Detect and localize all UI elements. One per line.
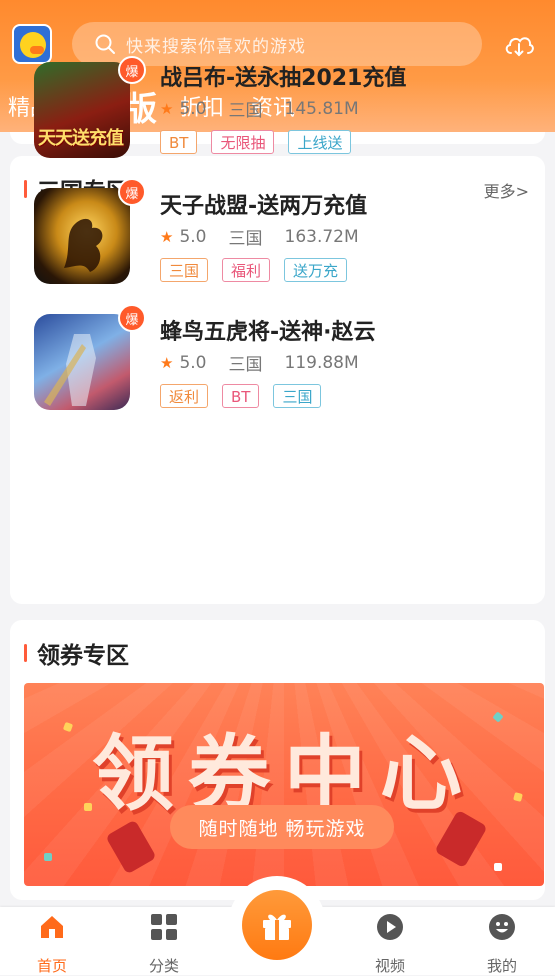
game-tags: BT 无限抽 上线送 — [160, 130, 365, 154]
game-name[interactable]: 天子战盟-送两万充值 — [160, 188, 367, 220]
hot-badge: 爆 — [118, 178, 146, 206]
game-thumbnail[interactable] — [34, 314, 130, 410]
search-placeholder: 快来搜索你喜欢的游戏 — [126, 36, 306, 57]
game-meta: ★ 5.0 三国 163.72M — [160, 224, 359, 250]
game-genre: 三国 — [228, 355, 263, 375]
gift-icon — [263, 914, 291, 940]
app-logo[interactable] — [12, 24, 52, 64]
section-title-text: 领券专区 — [37, 643, 129, 669]
game-tag: BT — [160, 130, 198, 154]
nav-mine[interactable]: 我的 — [462, 907, 542, 975]
game-rating: 5.0 — [179, 226, 207, 247]
hero-figure-icon — [44, 334, 96, 406]
game-name[interactable]: 蜂鸟五虎将-送神·赵云 — [160, 314, 376, 346]
game-meta: ★ 5.0 三国 119.88M — [160, 350, 359, 376]
confetti — [44, 853, 52, 861]
banner-subtitle: 随时随地 畅玩游戏 — [170, 805, 394, 849]
game-tag: BT — [222, 384, 260, 408]
star-icon: ★ — [160, 99, 174, 118]
nav-video[interactable]: 视频 — [350, 907, 430, 975]
gift-button[interactable] — [242, 890, 312, 960]
game-tag: 返利 — [160, 384, 209, 408]
smiley-icon — [488, 913, 516, 941]
game-tag: 三国 — [273, 384, 322, 408]
section-title: 领券专区 — [24, 638, 129, 669]
search-icon — [94, 33, 116, 55]
play-icon — [376, 913, 404, 941]
hot-badge: 爆 — [118, 304, 146, 332]
thumbnail-caption: 天天送充值 — [38, 128, 124, 149]
game-tag: 三国 — [160, 258, 209, 282]
game-name[interactable]: 战吕布-送永抽2021充值 — [160, 60, 406, 92]
game-item[interactable]: 爆 天子战盟-送两万充值 ★ 5.0 三国 163.72M 三国 福利 送万充 — [34, 178, 534, 288]
star-icon: ★ — [160, 227, 174, 246]
game-tag: 福利 — [222, 258, 271, 282]
coupon-center-banner[interactable]: 领券中心 随时随地 畅玩游戏 — [24, 683, 544, 886]
home-icon — [38, 913, 66, 941]
nav-video-label: 视频 — [374, 957, 405, 975]
confetti — [494, 863, 502, 871]
game-tag: 无限抽 — [211, 130, 275, 154]
game-item[interactable]: 爆 蜂鸟五虎将-送神·赵云 ★ 5.0 三国 119.88M 返利 BT 三国 — [34, 304, 534, 414]
game-genre: 三国 — [228, 101, 263, 121]
title-accent-bar — [24, 644, 27, 662]
game-thumbnail[interactable]: 天天送充值 — [34, 62, 130, 158]
title-accent-bar — [24, 180, 27, 198]
nav-home[interactable]: 首页 — [12, 907, 92, 975]
game-genre: 三国 — [228, 229, 263, 249]
star-icon: ★ — [160, 353, 174, 372]
game-item[interactable]: 天天送充值 爆 战吕布-送永抽2021充值 ★ 5.0 三国 145.81M B… — [34, 56, 534, 162]
hot-badge: 爆 — [118, 56, 146, 84]
cloud-download-icon[interactable] — [502, 28, 536, 62]
duck-beak — [30, 46, 44, 54]
nav-mine-label: 我的 — [486, 957, 517, 975]
game-tags: 三国 福利 送万充 — [160, 258, 361, 282]
duck-logo-icon — [20, 32, 46, 58]
game-tags: 返利 BT 三国 — [160, 384, 335, 408]
game-rating: 5.0 — [179, 98, 207, 119]
game-size: 119.88M — [284, 352, 359, 373]
game-size: 163.72M — [284, 226, 359, 247]
game-tag: 送万充 — [284, 258, 348, 282]
grid-icon — [150, 913, 178, 941]
game-rating: 5.0 — [179, 352, 207, 373]
game-tag: 上线送 — [288, 130, 352, 154]
game-thumbnail[interactable] — [34, 188, 130, 284]
nav-category-label: 分类 — [148, 957, 179, 975]
nav-category[interactable]: 分类 — [124, 907, 204, 975]
game-size: 145.81M — [284, 98, 359, 119]
game-meta: ★ 5.0 三国 145.81M — [160, 96, 359, 122]
warrior-silhouette-icon — [64, 218, 103, 272]
nav-home-label: 首页 — [36, 957, 67, 975]
